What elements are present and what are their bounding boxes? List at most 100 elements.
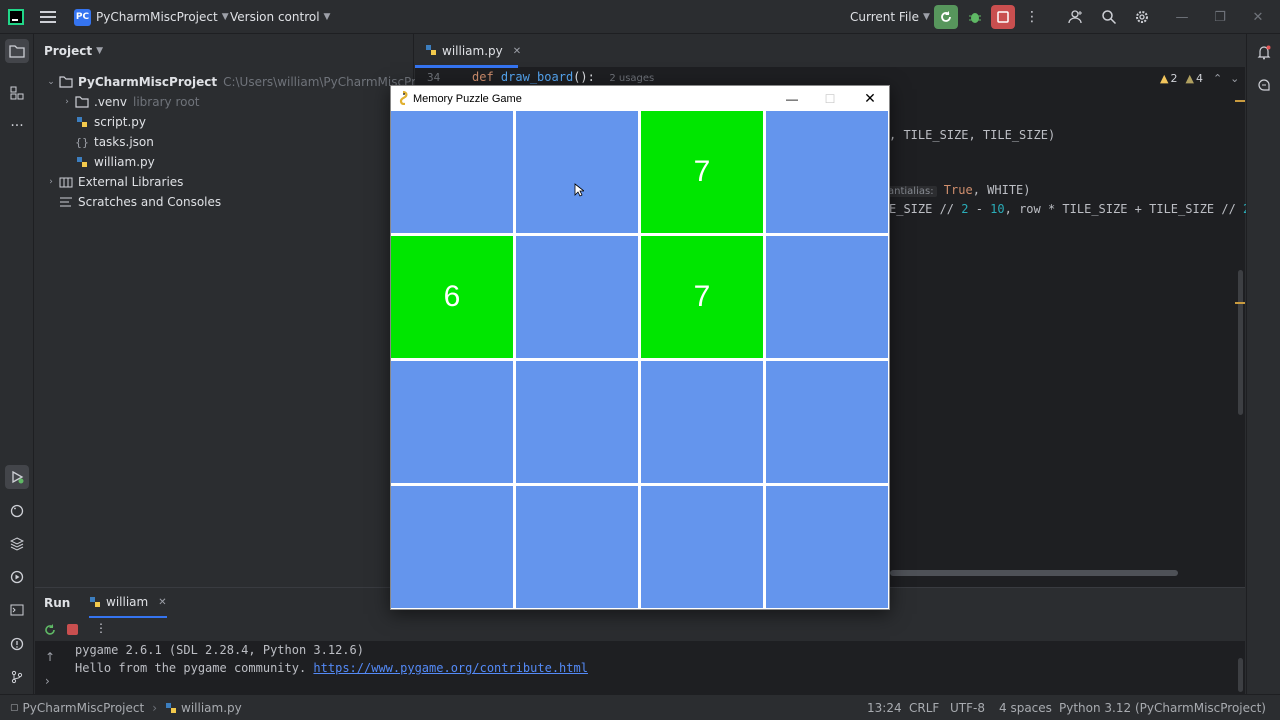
keyword: def <box>472 70 494 84</box>
code-line: , TILE_SIZE, TILE_SIZE) <box>889 128 1056 142</box>
right-tool-strip <box>1246 34 1280 694</box>
project-badge: PC <box>74 8 91 26</box>
line-separator[interactable]: CRLF <box>909 695 939 720</box>
search-button[interactable] <box>1097 5 1121 29</box>
puzzle-tile-r3-c1[interactable] <box>516 486 638 608</box>
file-encoding[interactable]: UTF-8 <box>950 695 985 720</box>
puzzle-tile-r3-c0[interactable] <box>391 486 513 608</box>
close-icon: ✕ <box>1252 9 1264 25</box>
more-options-icon[interactable]: ⋮ <box>95 621 107 635</box>
game-close-button[interactable]: ✕ <box>851 86 889 111</box>
caret-position[interactable]: 13:24 <box>867 695 902 720</box>
code-with-me-button[interactable] <box>1064 5 1088 29</box>
close-tab-icon[interactable]: ✕ <box>513 46 521 57</box>
game-minimize-button[interactable]: — <box>773 86 811 111</box>
puzzle-tile-r3-c3[interactable] <box>766 486 888 608</box>
rerun-button[interactable] <box>934 5 958 29</box>
indent-setting[interactable]: 4 spaces <box>999 695 1052 720</box>
close-button[interactable]: ✕ <box>1240 0 1276 34</box>
tree-item-scratches[interactable]: Scratches and Consoles <box>58 192 221 212</box>
warning-stripe-marker[interactable] <box>1235 100 1245 102</box>
close-tab-icon[interactable]: ✕ <box>158 597 166 608</box>
folder-icon <box>9 45 25 58</box>
puzzle-tile-r1-c1[interactable] <box>516 236 638 358</box>
usages-hint[interactable]: 2 usages <box>609 73 654 84</box>
chevron-right-icon: › <box>152 701 158 715</box>
tree-item-file[interactable]: script.py <box>74 112 146 132</box>
warning-stripe-marker[interactable] <box>1235 302 1245 304</box>
maximize-button[interactable]: ❐ <box>1202 0 1238 34</box>
ai-assistant-button[interactable] <box>1252 73 1276 97</box>
puzzle-tile-r0-c1[interactable] <box>516 111 638 233</box>
chevron-down-icon: ⌄ <box>47 77 55 87</box>
python-interpreter[interactable]: Python 3.12 (PyCharmMiscProject) <box>1059 695 1266 720</box>
expand-icon[interactable]: › <box>45 674 50 688</box>
inspection-widget[interactable]: ▲ 2 ▲ 4 ⌃ ⌄ <box>1160 72 1239 85</box>
terminal-tool-button[interactable] <box>5 598 29 622</box>
tree-item-external-libraries[interactable]: › External Libraries <box>44 172 183 192</box>
puzzle-tile-r2-c0[interactable] <box>391 361 513 483</box>
code-text: , WHITE) <box>972 183 1031 197</box>
project-tool-button[interactable] <box>5 39 29 63</box>
puzzle-tile-r0-c2[interactable]: 7 <box>641 111 763 233</box>
puzzle-tile-r3-c2[interactable] <box>641 486 763 608</box>
structure-icon <box>10 86 24 100</box>
bell-icon <box>1257 45 1271 59</box>
project-panel: Project ▼ ⌄ PyCharmMiscProject C:\Users\… <box>35 34 445 587</box>
debug-button[interactable] <box>963 5 987 29</box>
run-tab-william[interactable]: william ✕ <box>89 588 167 618</box>
more-tools-button[interactable]: ··· <box>5 114 29 138</box>
main-menu-button[interactable] <box>40 0 56 34</box>
mouse-cursor-icon <box>574 183 586 200</box>
puzzle-tile-r2-c3[interactable] <box>766 361 888 483</box>
tree-item-file[interactable]: william.py <box>74 152 155 172</box>
vcs-menu[interactable]: Version control ▼ <box>230 0 330 34</box>
project-panel-header[interactable]: Project ▼ <box>44 44 103 58</box>
vertical-scrollbar[interactable] <box>1238 270 1243 415</box>
editor-tab-william[interactable]: william.py ✕ <box>415 34 531 68</box>
restore-icon: ❐ <box>1214 9 1226 25</box>
tree-item-venv[interactable]: › .venv library root <box>60 92 199 112</box>
console-link[interactable]: https://www.pygame.org/contribute.html <box>313 661 588 675</box>
pygame-snake-icon <box>397 90 410 108</box>
stop-button[interactable] <box>991 5 1015 29</box>
tree-item-file[interactable]: {} tasks.json <box>74 132 154 152</box>
services-tool-button[interactable] <box>5 565 29 589</box>
layers-tool-button[interactable] <box>5 532 29 556</box>
editor-tab-label: william.py <box>442 44 503 58</box>
git-tool-button[interactable] <box>5 665 29 689</box>
game-window-titlebar[interactable]: Memory Puzzle Game — ☐ ✕ <box>391 86 889 111</box>
breadcrumb-file[interactable]: william.py <box>181 701 242 715</box>
horizontal-scrollbar[interactable] <box>890 570 1178 576</box>
settings-button[interactable] <box>1130 5 1154 29</box>
minimize-button[interactable]: — <box>1164 0 1200 34</box>
rerun-icon <box>941 11 951 22</box>
scroll-up-icon[interactable]: ↑ <box>45 650 55 664</box>
kebab-icon: ⋮ <box>1025 9 1039 25</box>
rerun-button[interactable] <box>43 623 57 640</box>
more-actions-button[interactable]: ⋮ <box>1020 5 1044 29</box>
code-line-def: def draw_board(): 2 usages <box>472 70 654 84</box>
breadcrumb-project[interactable]: PyCharmMiscProject <box>23 701 145 715</box>
chevron-up-icon[interactable]: ⌃ <box>1213 72 1222 85</box>
chevron-down-icon[interactable]: ⌄ <box>1230 72 1239 85</box>
puzzle-tile-r1-c2[interactable]: 7 <box>641 236 763 358</box>
structure-tool-button[interactable] <box>5 81 29 105</box>
project-switcher[interactable]: PC PyCharmMiscProject ▼ <box>74 0 229 34</box>
puzzle-tile-r2-c2[interactable] <box>641 361 763 483</box>
tree-root[interactable]: ⌄ PyCharmMiscProject C:\Users\william\Py… <box>44 72 445 92</box>
python-packages-button[interactable] <box>5 499 29 523</box>
puzzle-tile-r2-c1[interactable] <box>516 361 638 483</box>
notifications-button[interactable] <box>1252 40 1276 64</box>
console-scrollbar[interactable] <box>1238 658 1243 692</box>
run-tool-button[interactable] <box>5 465 29 489</box>
puzzle-tile-r0-c3[interactable] <box>766 111 888 233</box>
puzzle-tile-r0-c0[interactable] <box>391 111 513 233</box>
run-config-selector[interactable]: Current File ▼ <box>850 0 930 34</box>
puzzle-tile-r1-c3[interactable] <box>766 236 888 358</box>
puzzle-tile-r1-c0[interactable]: 6 <box>391 236 513 358</box>
stop-icon[interactable] <box>67 624 78 635</box>
game-maximize-button[interactable]: ☐ <box>811 86 849 111</box>
problems-tool-button[interactable] <box>5 632 29 656</box>
gear-icon <box>1136 11 1148 23</box>
